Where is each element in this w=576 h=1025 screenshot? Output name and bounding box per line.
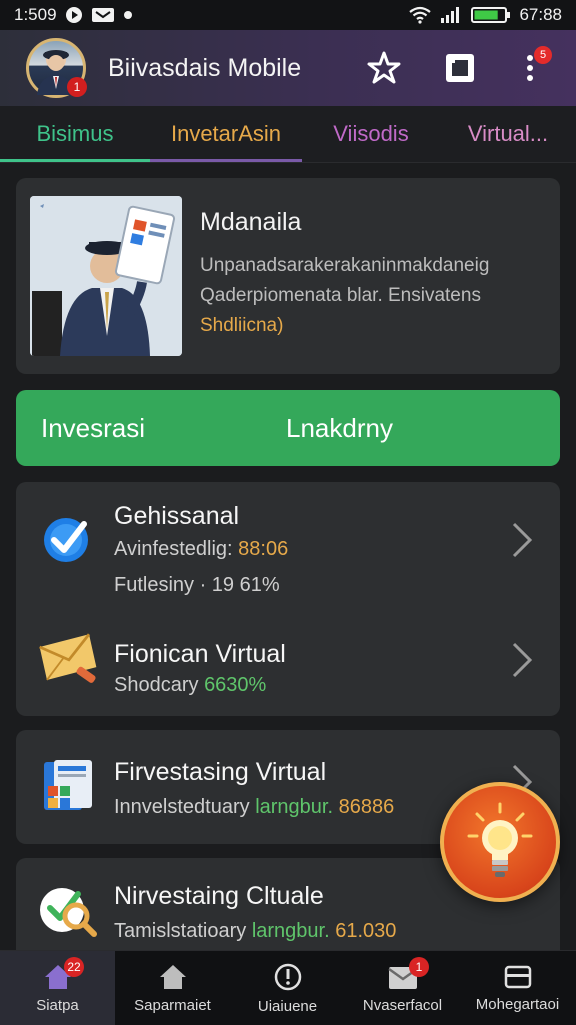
item-sub-label: Shodcary bbox=[114, 674, 205, 696]
document-icon bbox=[446, 54, 474, 82]
profile-image bbox=[30, 196, 182, 356]
menu-badge: 5 bbox=[534, 46, 552, 64]
nav-item-uiaiuene[interactable]: Uiaiuene bbox=[230, 951, 345, 1025]
tab-label: InvetarAsin bbox=[170, 121, 282, 146]
item-sub-value: 6630% bbox=[204, 674, 267, 696]
list-item-gehissanal[interactable]: Gehissanal Avinfestedlig: 88:06 Futlesin… bbox=[16, 482, 560, 600]
nav-label: Nvaserfacol bbox=[362, 996, 443, 1014]
nav-label: Uiaiuene bbox=[257, 997, 318, 1015]
nav-label: Mohegartaoi bbox=[475, 995, 560, 1013]
item-sub-value: 86886 bbox=[338, 796, 395, 818]
nav-item-mohegartaoi[interactable]: Mohegartaoi bbox=[460, 951, 575, 1025]
checkmark-badge-icon bbox=[36, 506, 100, 570]
avatar-badge: 1 bbox=[67, 77, 87, 97]
dot-icon bbox=[123, 10, 133, 20]
avatar[interactable]: 1 bbox=[26, 38, 87, 98]
item-subtitle: Shodcary 6630% bbox=[114, 674, 266, 697]
status-time: 1:509 bbox=[14, 5, 57, 24]
item-subtitle: Avinfestedlig: 88:06 bbox=[114, 538, 288, 561]
card-icon bbox=[504, 965, 531, 988]
favorite-button[interactable] bbox=[356, 40, 412, 96]
notification-icon bbox=[91, 7, 115, 23]
item-subtitle: Tamislstatioary larngbur. 61.030 bbox=[114, 920, 396, 943]
profile-description-line-2: Qaderpiomenata blar. Ensivatens bbox=[200, 285, 481, 306]
overflow-menu-button[interactable]: 5 bbox=[502, 40, 558, 96]
tab-label: Viisodis bbox=[333, 121, 409, 146]
item-title: Nirvestaing Cltuale bbox=[114, 882, 324, 910]
list-card: Gehissanal Avinfestedlig: 88:06 Futlesin… bbox=[16, 482, 560, 716]
chevron-right-icon bbox=[512, 522, 533, 558]
item-title: Fionican Virtual bbox=[114, 640, 286, 668]
profile-card[interactable]: Mdanaila Unpanadsarakerakaninmakdaneig Q… bbox=[16, 178, 560, 374]
status-right-time: 67:88 bbox=[519, 5, 562, 24]
nav-badge: 1 bbox=[409, 957, 429, 977]
tab-virtual[interactable]: Virtual... bbox=[440, 106, 576, 162]
envelope-icon bbox=[36, 626, 100, 690]
battery-icon bbox=[471, 6, 511, 24]
record-icon bbox=[65, 6, 83, 24]
tab-bar: Bisimus InvetarAsin Viisodis Virtual... bbox=[0, 106, 576, 163]
nav-label: Siatpa bbox=[36, 996, 79, 1014]
item-sub-label: Innvelstedtuary bbox=[114, 796, 256, 818]
home-icon bbox=[159, 964, 186, 989]
profile-description-line-1: Unpanadsarakerakaninmakdaneig bbox=[200, 255, 490, 276]
secondary-action-button[interactable]: Lnakdrny bbox=[286, 413, 393, 444]
document-chart-icon bbox=[36, 754, 100, 818]
item-subtitle-2: Futlesiny · 19 61% bbox=[114, 574, 280, 596]
tab-indicator bbox=[0, 159, 150, 162]
tab-underline bbox=[150, 159, 302, 162]
lightbulb-icon bbox=[467, 802, 533, 877]
item-sub-mid: larngbur. bbox=[255, 796, 339, 818]
wifi-icon bbox=[409, 6, 432, 24]
bottom-navigation: 22 Siatpa Saparmaiet Uiaiuene 1 Nvaserfa… bbox=[0, 950, 576, 1025]
item-title: Gehissanal bbox=[114, 502, 240, 530]
idea-fab[interactable] bbox=[440, 782, 560, 902]
profile-name: Mdanaila bbox=[200, 208, 302, 236]
nav-item-saparmaiet[interactable]: Saparmaiet bbox=[115, 951, 230, 1025]
nav-item-siatpa[interactable]: 22 Siatpa bbox=[0, 951, 115, 1025]
tab-viisodis[interactable]: Viisodis bbox=[302, 106, 440, 162]
invest-button[interactable]: Invesrasi bbox=[41, 413, 286, 444]
item-sub-label: Avinfestedlig: bbox=[114, 538, 239, 560]
tab-label: Bisimus bbox=[36, 121, 114, 146]
item-title: Firvestasing Virtual bbox=[114, 758, 327, 786]
app-title: Biivasdais Mobile bbox=[108, 53, 302, 82]
item-sub-value: 88:06 bbox=[238, 538, 289, 560]
document-button[interactable] bbox=[432, 40, 488, 96]
item-sub-label: Tamislstatioary bbox=[114, 920, 252, 942]
nav-badge: 22 bbox=[64, 957, 84, 977]
star-icon bbox=[367, 51, 401, 84]
profile-link[interactable]: Shdliicna) bbox=[200, 311, 546, 341]
item-sub-mid: larngbur. bbox=[251, 920, 336, 942]
item-sub-value: 61.030 bbox=[335, 920, 397, 942]
status-bar: 1:509 67:88 bbox=[0, 0, 576, 30]
signal-icon bbox=[439, 6, 463, 24]
tab-bisimus[interactable]: Bisimus bbox=[0, 106, 150, 162]
alert-icon bbox=[274, 963, 301, 990]
list-item-fionican-virtual[interactable]: Fionican Virtual Shodcary 6630% bbox=[16, 612, 560, 716]
tab-label: Virtual... bbox=[467, 121, 549, 146]
action-bar: Invesrasi Lnakdrny bbox=[16, 390, 560, 466]
app-bar: 1 Biivasdais Mobile 5 bbox=[0, 30, 576, 106]
tab-invetarasin[interactable]: InvetarAsin bbox=[150, 106, 302, 162]
nav-item-nvaserfacol[interactable]: 1 Nvaserfacol bbox=[345, 951, 460, 1025]
chevron-right-icon bbox=[512, 642, 533, 678]
item-subtitle: Innvelstedtuary larngbur. 86886 bbox=[114, 796, 394, 819]
nav-label: Saparmaiet bbox=[134, 996, 211, 1014]
search-check-icon bbox=[36, 876, 100, 940]
